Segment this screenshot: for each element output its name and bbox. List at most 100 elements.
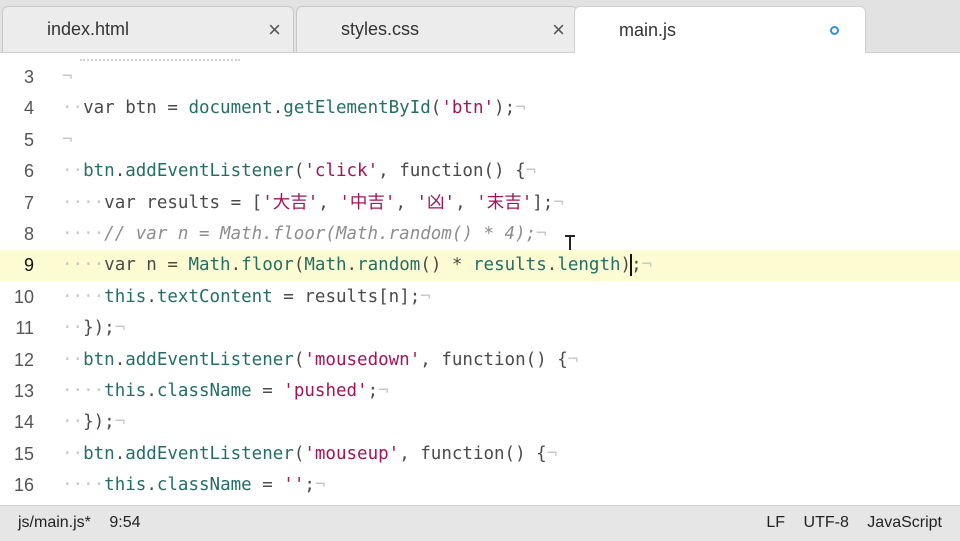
code-token: className bbox=[156, 475, 252, 496]
tab-bar: index.html × styles.css × main.js bbox=[0, 0, 960, 53]
code-text[interactable]: ····this.textContent = results[n];¬ bbox=[62, 282, 431, 313]
line-number: 4 bbox=[23, 98, 34, 119]
code-token: }); bbox=[83, 318, 115, 339]
code-token: this bbox=[104, 286, 147, 307]
tab-index-html[interactable]: index.html × bbox=[2, 6, 294, 52]
code-line[interactable]: 15 ··btn.addEventListener('mouseup', func… bbox=[0, 439, 960, 470]
code-token: , bbox=[455, 192, 477, 213]
encoding[interactable]: UTF-8 bbox=[804, 514, 849, 531]
code-line[interactable]: 8 ····// var n = Math.floor(Math.random()… bbox=[0, 219, 960, 250]
code-text[interactable]: ··btn.addEventListener('mouseup', functi… bbox=[62, 439, 557, 470]
code-token: this bbox=[104, 381, 147, 401]
code-token: ·· bbox=[62, 98, 84, 119]
tab-label: styles.css bbox=[341, 19, 420, 39]
code-token: 'mousedown' bbox=[304, 349, 421, 370]
code-token: ···· bbox=[62, 475, 105, 496]
tab-styles-css[interactable]: styles.css × bbox=[296, 6, 578, 52]
close-icon[interactable]: × bbox=[268, 18, 281, 41]
code-token: . bbox=[146, 381, 157, 401]
code-token: = bbox=[251, 475, 284, 496]
line-number: 15 bbox=[13, 443, 34, 464]
tab-label: main.js bbox=[619, 19, 677, 40]
code-text[interactable]: ····this.className = '';¬ bbox=[62, 470, 325, 501]
line-number: 11 bbox=[15, 318, 34, 339]
code-token: , function() { bbox=[420, 349, 568, 370]
code-line[interactable]: 3 ¬ bbox=[0, 62, 960, 93]
code-token: }); bbox=[83, 412, 115, 433]
code-line[interactable]: 16 ····this.className = '';¬ bbox=[0, 470, 960, 501]
code-token: , function() { bbox=[378, 161, 526, 182]
code-token: . bbox=[146, 286, 157, 307]
code-token: 'click' bbox=[304, 161, 379, 182]
code-line[interactable]: 10 ····this.textContent = results[n];¬ bbox=[0, 282, 960, 313]
code-token: this bbox=[104, 475, 147, 496]
code-token: . bbox=[546, 255, 558, 276]
code-token: Math bbox=[304, 255, 347, 276]
code-token: document bbox=[188, 98, 273, 119]
code-token: ···· bbox=[62, 192, 105, 213]
code-token: ¬ bbox=[314, 475, 326, 496]
code-token: ( bbox=[293, 161, 305, 182]
code-token: '凶' bbox=[416, 192, 456, 213]
code-token: '大吉' bbox=[262, 192, 319, 213]
code-text[interactable]: ¬ bbox=[62, 125, 73, 156]
line-number: 6 bbox=[23, 161, 34, 182]
code-token: . bbox=[230, 255, 242, 276]
code-token: '末吉' bbox=[476, 192, 533, 213]
code-token: ¬ bbox=[114, 412, 126, 433]
close-icon[interactable]: × bbox=[552, 18, 565, 41]
cursor-position[interactable]: 9:54 bbox=[109, 514, 140, 531]
code-token: ¬ bbox=[378, 381, 389, 401]
code-text[interactable]: ····var results = ['大吉', '中吉', '凶', '末吉'… bbox=[62, 188, 564, 219]
code-token: length bbox=[557, 255, 621, 276]
code-token: ; bbox=[304, 475, 315, 496]
code-token: ¬ bbox=[546, 443, 558, 464]
code-text[interactable]: ··btn.addEventListener('click', function… bbox=[62, 156, 536, 187]
code-token: ·· bbox=[62, 161, 84, 182]
code-line[interactable]: 11 ··});¬ bbox=[0, 313, 960, 344]
code-line[interactable]: 6 ··btn.addEventListener('click', functio… bbox=[0, 156, 960, 187]
code-text[interactable]: ··});¬ bbox=[62, 313, 125, 344]
code-token: className bbox=[156, 381, 252, 401]
code-token: ···· bbox=[62, 255, 105, 276]
file-path[interactable]: js/main.js* bbox=[18, 514, 91, 531]
modified-indicator-icon[interactable] bbox=[830, 25, 839, 35]
code-token: ·· bbox=[62, 349, 84, 370]
code-token: ( bbox=[293, 349, 305, 370]
code-text[interactable]: ··});¬ bbox=[62, 407, 125, 438]
line-number: 10 bbox=[13, 286, 34, 307]
code-token: = results[n]; bbox=[272, 286, 421, 307]
code-token: random bbox=[357, 255, 421, 276]
language-mode[interactable]: JavaScript bbox=[867, 514, 942, 531]
code-text[interactable]: ··var btn = document.getElementById('btn… bbox=[62, 93, 526, 124]
code-token: btn bbox=[83, 349, 115, 370]
code-line[interactable]: 5 ¬ bbox=[0, 125, 960, 156]
code-line[interactable]: 9 ····var n = Math.floor(Math.random() * … bbox=[0, 250, 960, 282]
code-token: 'btn' bbox=[441, 98, 495, 119]
code-token: . bbox=[114, 443, 126, 464]
code-line[interactable]: 7 ····var results = ['大吉', '中吉', '凶', '末吉… bbox=[0, 188, 960, 219]
code-token: , bbox=[395, 192, 417, 213]
code-token: ]; bbox=[532, 192, 554, 213]
code-editor[interactable]: 3 ¬ 4 ··var btn = document.getElementById('… bbox=[0, 53, 960, 505]
code-token: ¬ bbox=[114, 318, 126, 339]
code-token: floor bbox=[241, 255, 294, 276]
code-token: , function() { bbox=[399, 443, 547, 464]
code-token: ¬ bbox=[536, 224, 547, 244]
code-text[interactable]: ····var n = Math.floor(Math.random() * r… bbox=[62, 250, 652, 281]
code-text[interactable]: ··btn.addEventListener('mousedown', func… bbox=[62, 345, 578, 376]
code-line[interactable]: 12 ··btn.addEventListener('mousedown', fu… bbox=[0, 345, 960, 376]
code-text[interactable]: ¬ bbox=[62, 62, 73, 93]
code-token: var results = [ bbox=[104, 192, 263, 213]
code-line[interactable]: 4 ··var btn = document.getElementById('bt… bbox=[0, 93, 960, 124]
line-ending[interactable]: LF bbox=[766, 514, 785, 531]
code-text[interactable]: ····// var n = Math.floor(Math.random() … bbox=[62, 219, 547, 250]
code-line[interactable]: 13 ····this.className = 'pushed';¬ bbox=[0, 376, 960, 407]
code-line[interactable]: 14 ··});¬ bbox=[0, 407, 960, 438]
tab-main-js[interactable]: main.js bbox=[574, 6, 866, 53]
line-number: 5 bbox=[23, 129, 34, 150]
code-token: ¬ bbox=[525, 161, 537, 182]
code-token: // var n = Math.floor(Math.random() * 4)… bbox=[104, 224, 537, 244]
code-token: btn bbox=[83, 443, 115, 464]
code-text[interactable]: ····this.className = 'pushed';¬ bbox=[62, 376, 389, 407]
